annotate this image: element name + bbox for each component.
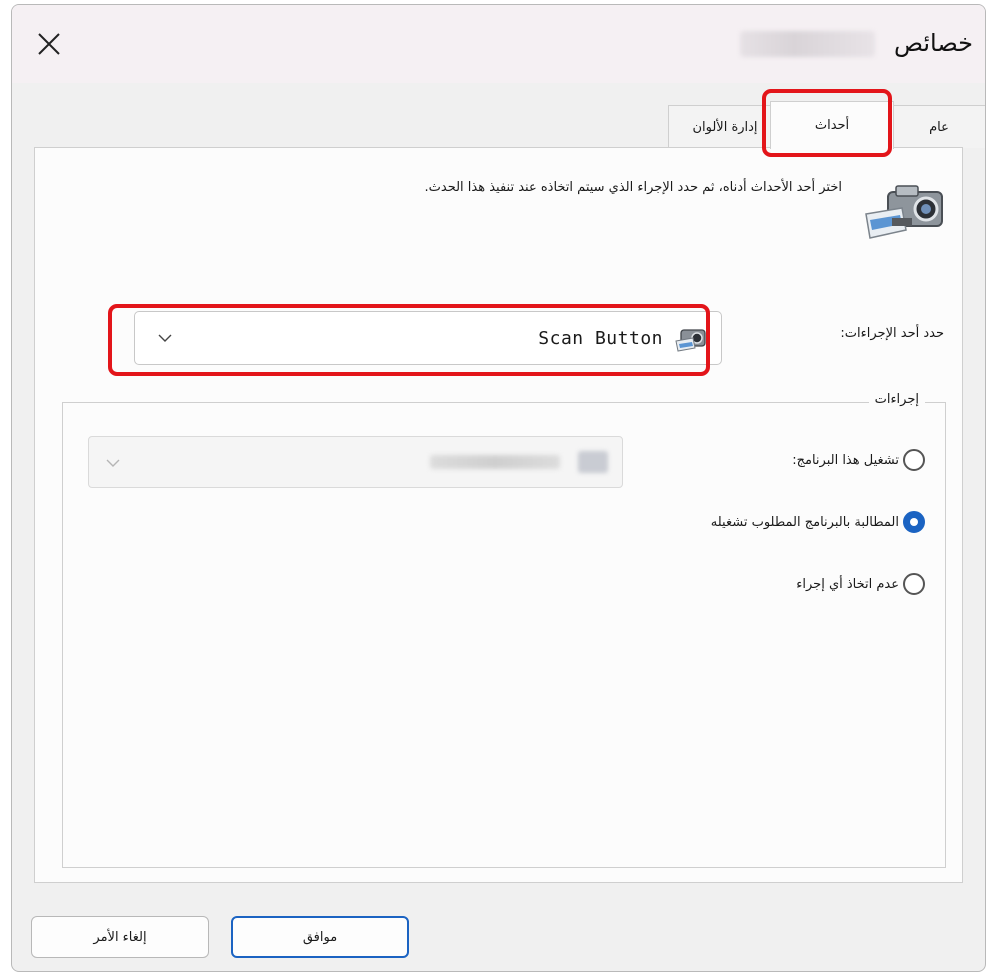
actions-group-label: إجراءات bbox=[868, 392, 925, 407]
event-dropdown[interactable]: Scan Button bbox=[134, 311, 722, 365]
program-icon bbox=[578, 451, 608, 473]
ok-button[interactable]: موافق bbox=[231, 916, 409, 958]
scanner-icon bbox=[675, 329, 706, 352]
radio-take-no-action[interactable]: عدم اتخاذ أي إجراء bbox=[796, 573, 925, 595]
radio-start-program[interactable]: تشغيل هذا البرنامج: bbox=[792, 449, 925, 471]
events-panel: اختر أحد الأحداث أدناه، ثم حدد الإجراء ا… bbox=[34, 147, 963, 883]
window-title: خصائص bbox=[893, 29, 973, 57]
chevron-down-icon bbox=[106, 459, 120, 467]
properties-dialog: خصائص إدارة الألوان أحداث عام اختر أحد ا… bbox=[11, 4, 986, 972]
radio-take-no-action-label: عدم اتخاذ أي إجراء bbox=[796, 576, 899, 592]
tab-color-management[interactable]: إدارة الألوان bbox=[668, 105, 782, 148]
scanner-camera-icon bbox=[865, 185, 943, 239]
device-name-redacted bbox=[740, 31, 875, 57]
close-icon bbox=[38, 33, 60, 55]
events-description: اختر أحد الأحداث أدناه، ثم حدد الإجراء ا… bbox=[424, 180, 843, 195]
tab-general[interactable]: عام bbox=[892, 105, 985, 148]
select-event-label: حدد أحد الإجراءات: bbox=[840, 326, 944, 341]
radio-button[interactable] bbox=[903, 449, 925, 471]
cancel-button[interactable]: إلغاء الأمر bbox=[31, 916, 209, 958]
close-button[interactable] bbox=[26, 21, 72, 67]
program-dropdown-disabled bbox=[88, 436, 623, 488]
event-dropdown-value: Scan Button bbox=[538, 328, 663, 349]
radio-start-program-label: تشغيل هذا البرنامج: bbox=[792, 452, 899, 468]
program-name-redacted bbox=[430, 455, 560, 469]
actions-group: إجراءات تشغيل هذا البرنامج: المطالبة بال… bbox=[62, 392, 946, 868]
radio-button[interactable] bbox=[903, 573, 925, 595]
radio-prompt-program-label: المطالبة بالبرنامج المطلوب تشغيله bbox=[710, 514, 899, 530]
chevron-down-icon bbox=[158, 334, 172, 342]
tab-events[interactable]: أحداث bbox=[770, 101, 894, 149]
radio-prompt-program[interactable]: المطالبة بالبرنامج المطلوب تشغيله bbox=[711, 511, 925, 533]
tab-strip: إدارة الألوان أحداث عام bbox=[12, 101, 985, 151]
radio-button[interactable] bbox=[903, 511, 925, 533]
title-bar: خصائص bbox=[12, 5, 985, 83]
